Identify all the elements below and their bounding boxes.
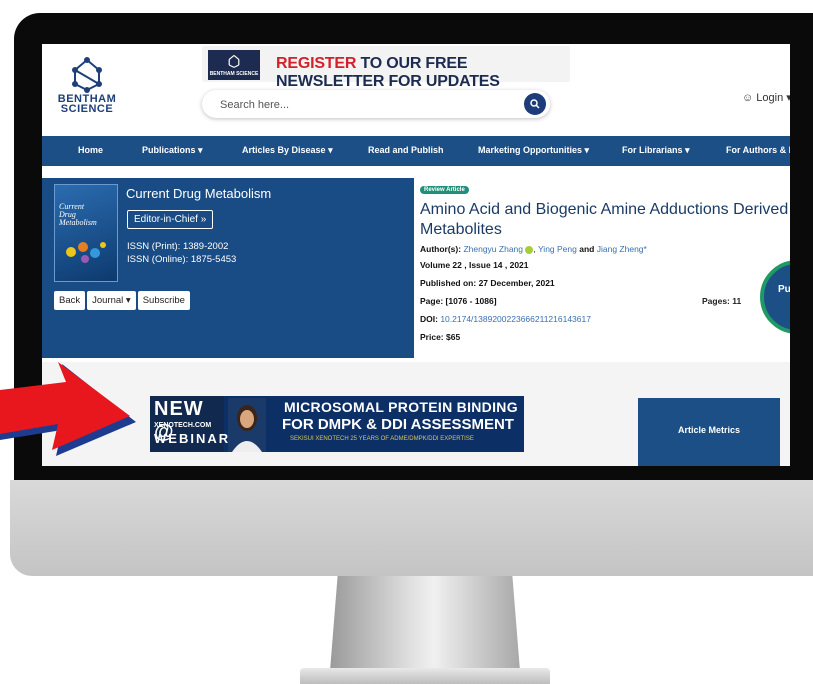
cover-molecules-icon: [66, 242, 106, 263]
doi-link[interactable]: 10.2174/1389200223666211216143617: [440, 314, 591, 324]
published-label: Published on:: [420, 278, 477, 288]
banner-line-2: FOR DMPK & DDI ASSESSMENT: [282, 416, 514, 433]
chevron-down-icon: ▾: [786, 92, 790, 104]
article-volume: Volume 22 , Issue 14 , 2021: [420, 260, 529, 270]
published-date: 27 December, 2021: [478, 278, 555, 288]
nav-item-marketing-opportunities[interactable]: Marketing Opportunities ▾: [478, 145, 589, 156]
molecule-logo-icon: [72, 57, 102, 93]
article-page: Page: [1076 - 1086]: [420, 296, 497, 306]
banner-line-3: SEKISUI XENOTECH 25 YEARS OF ADME/DMPK/D…: [290, 436, 474, 442]
author-link[interactable]: Zhengyu Zhang: [463, 244, 523, 254]
nav-item-for-librarians[interactable]: For Librarians ▾: [622, 145, 690, 156]
journal-cover[interactable]: Current Drug Metabolism: [54, 184, 118, 282]
pages-count: 11: [732, 296, 742, 306]
ad-text: REGISTER TO OUR FREE NEWSLETTER FOR UPDA…: [276, 55, 570, 91]
nav-item-for-authors[interactable]: For Authors & Ed: [726, 145, 790, 155]
article-details: Review Article Amino Acid and Biogenic A…: [420, 178, 790, 358]
banner-webinar: WEBINAR: [154, 431, 231, 446]
nav-item-label: For Librarians: [622, 145, 683, 155]
article-doi: DOI: 10.2174/1389200223666211216143617: [420, 314, 591, 324]
orcid-icon[interactable]: [525, 245, 534, 254]
article-metrics-label: Article Metrics: [677, 425, 741, 435]
journal-dropdown-label: Journal: [92, 295, 124, 306]
bentham-logo[interactable]: BENTHAM SCIENCE: [56, 54, 118, 124]
user-icon: ☺: [742, 92, 754, 104]
and-text: and: [579, 244, 595, 254]
nav-item-label: Articles By Disease: [242, 145, 326, 155]
pages-label: Pages:: [702, 296, 730, 306]
nav-item-home[interactable]: Home: [78, 145, 103, 155]
monitor-foot: [300, 668, 550, 684]
article-authors: Author(s): Zhengyu Zhang , Ying Peng and…: [420, 244, 647, 254]
login-label: Login: [756, 92, 784, 104]
search-bar: [202, 90, 550, 118]
page-range: [1076 - 1086]: [445, 296, 497, 306]
newsletter-ad[interactable]: BENTHAM SCIENCE REGISTER TO OUR FREE NEW…: [202, 46, 570, 90]
issn-online: ISSN (Online): 1875-5453: [127, 254, 237, 265]
editor-in-chief-button[interactable]: Editor-in-Chief »: [127, 210, 214, 229]
molecule-icon: [228, 54, 240, 68]
nav-item-label: Marketing Opportunities: [478, 145, 583, 155]
volume-text: Volume 22 , Issue 14 , 2021: [420, 260, 529, 270]
monitor-chin: [10, 480, 813, 576]
back-button[interactable]: Back: [54, 291, 86, 310]
price-label: Price:: [420, 332, 444, 342]
page-label: Page:: [420, 296, 444, 306]
journal-buttons: Back Journal ▾ Subscribe: [54, 290, 192, 310]
journal-panel: Current Drug Metabolism Current Drug Met…: [42, 178, 414, 358]
red-arrow-icon: [0, 362, 136, 456]
main-nav: Home Publications ▾ Articles By Disease …: [42, 136, 790, 166]
authors-label: Author(s):: [420, 244, 462, 254]
nav-item-publications[interactable]: Publications ▾: [142, 145, 203, 156]
price-value: $65: [446, 332, 461, 342]
article-title: Amino Acid and Biogenic Amine Adductions…: [420, 201, 790, 238]
webinar-banner[interactable]: NEW @ XENOTECH.COM WEBINAR MICROSOMAL PR…: [150, 396, 524, 452]
author-link[interactable]: Jiang Zheng*: [597, 244, 647, 254]
article-type-badge: Review Article: [420, 186, 469, 194]
ad-text-red: REGISTER: [276, 55, 357, 72]
search-button[interactable]: [524, 93, 546, 115]
cover-title: Current Drug Metabolism: [59, 202, 97, 227]
monitor-stand: [330, 576, 520, 671]
logo-text: BENTHAM SCIENCE: [56, 94, 118, 115]
subscribe-button[interactable]: Subscribe: [137, 291, 190, 310]
purchase-label: Pur: [778, 284, 790, 295]
nav-item-label: Publications: [142, 145, 196, 155]
journal-dropdown-button[interactable]: Journal ▾: [87, 291, 136, 310]
doi-label: DOI:: [420, 314, 438, 324]
nav-item-articles-by-disease[interactable]: Articles By Disease ▾: [242, 145, 333, 156]
issn-info: ISSN (Print): 1389-2002 ISSN (Online): 1…: [127, 240, 236, 266]
issn-print: ISSN (Print): 1389-2002: [127, 241, 229, 252]
journal-title[interactable]: Current Drug Metabolism: [126, 186, 271, 201]
search-input[interactable]: [218, 96, 502, 114]
nav-item-read-and-publish[interactable]: Read and Publish: [368, 145, 444, 155]
article-pages: Pages: 11: [702, 296, 741, 306]
screen: BENTHAM SCIENCE BENTHAM SCIENCE REGISTER…: [42, 44, 790, 466]
ad-badge: BENTHAM SCIENCE: [208, 50, 260, 80]
presenter-photo: [228, 398, 266, 452]
banner-left-block: NEW @ XENOTECH.COM WEBINAR: [150, 396, 228, 452]
logo-text-line-2: SCIENCE: [60, 103, 114, 115]
article-price: Price: $65: [420, 332, 460, 342]
article-metrics-panel[interactable]: Article Metrics: [638, 398, 780, 466]
banner-xeno: XENOTECH.COM: [154, 422, 212, 429]
search-icon: [530, 99, 540, 109]
banner-line-1: MICROSOMAL PROTEIN BINDING: [284, 399, 518, 415]
login-menu[interactable]: ☺ Login ▾: [742, 91, 790, 104]
article-published: Published on: 27 December, 2021: [420, 278, 555, 288]
ad-badge-text: BENTHAM SCIENCE: [209, 71, 259, 77]
author-link[interactable]: Ying Peng: [538, 244, 577, 254]
